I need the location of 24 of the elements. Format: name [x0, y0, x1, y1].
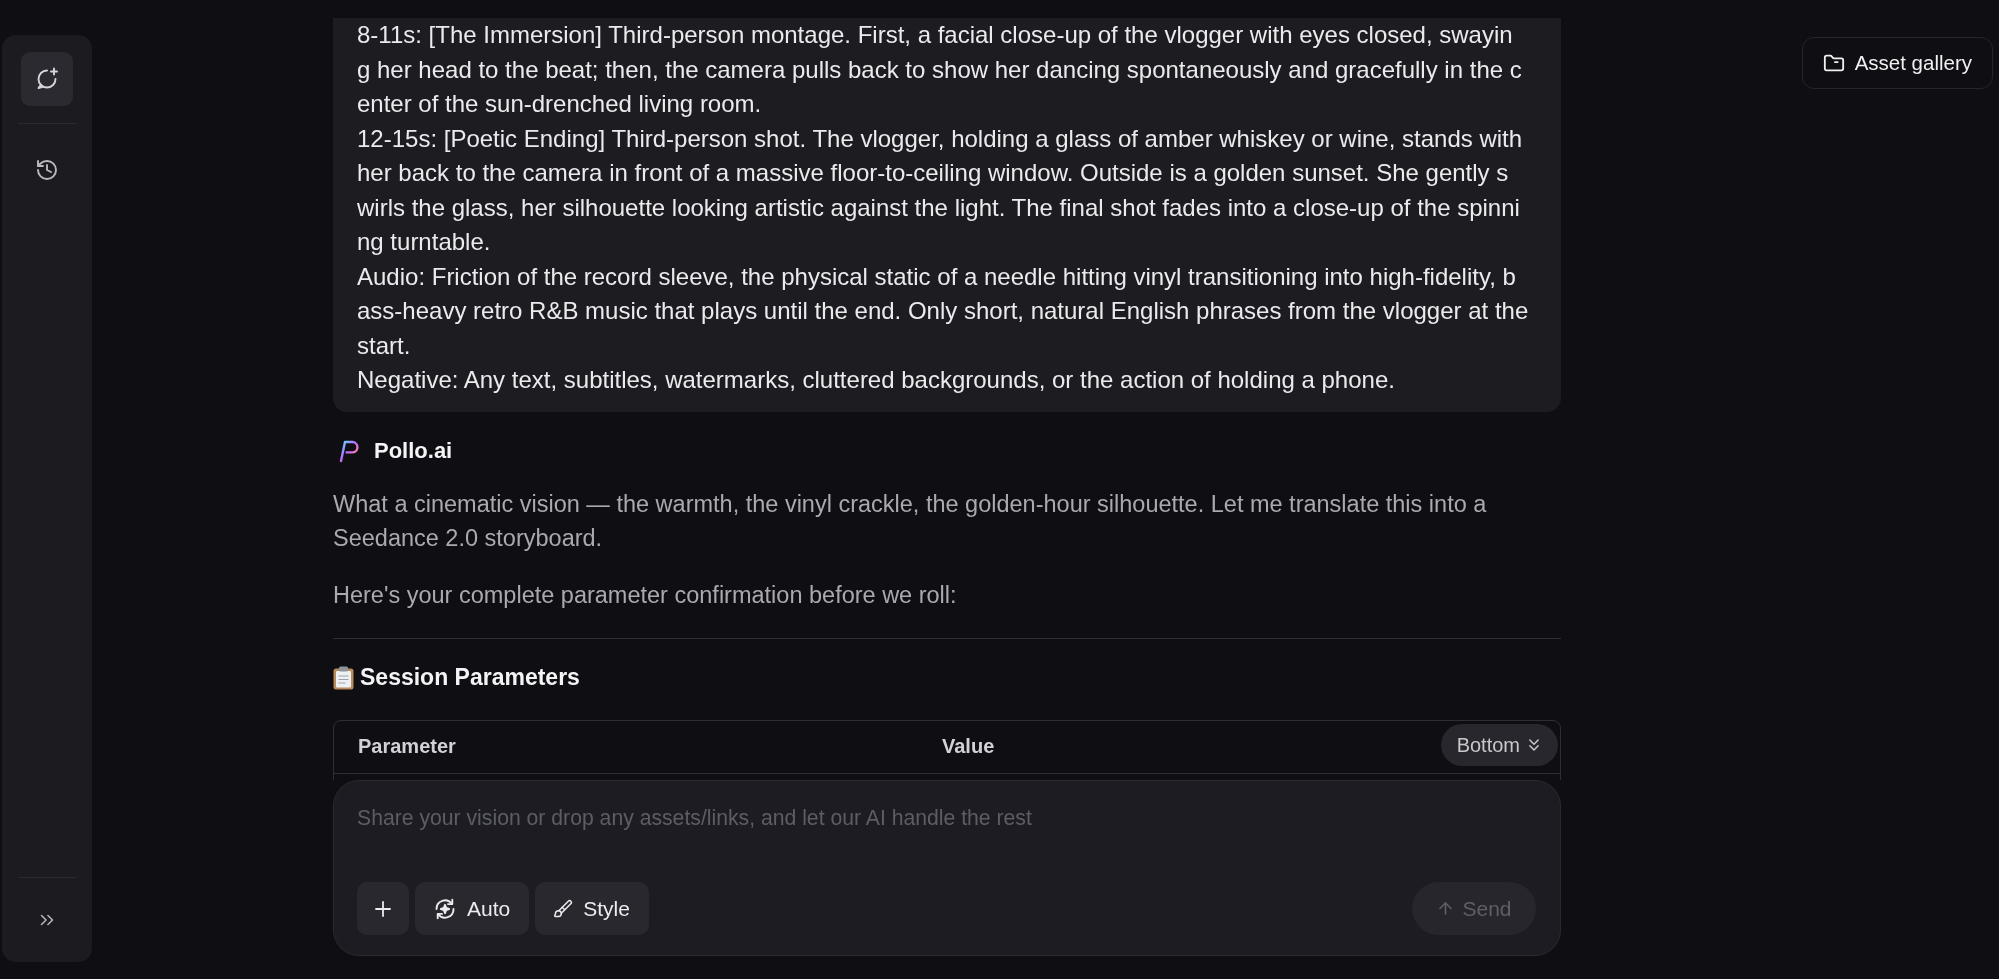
section-title: Session Parameters — [360, 664, 580, 691]
folder-icon — [1822, 52, 1845, 74]
new-chat-button[interactable] — [21, 52, 73, 106]
logo-icon — [337, 438, 361, 463]
assistant-paragraph: What a cinematic vision — the warmth, the vinyl crackle, the golden-hour silhouette. Let me translate this into a Seedance 2.0 storyboard. — [333, 489, 1488, 553]
prompt-paragraph: Audio: Friction of the record sleeve, the physical static of a needle hitting vinyl transitioning into high-fidelity, b ass-heavy retro R&B music that plays until the end. Only short, natural English phrases from the vlogger at the start. — [357, 261, 1530, 361]
history-icon — [35, 158, 59, 182]
add-button[interactable] — [357, 882, 409, 935]
scroll-to-bottom-button[interactable]: Bottom — [1440, 724, 1558, 766]
auto-button[interactable]: Auto — [415, 882, 530, 935]
prompt-paragraph: 8-11s: [The Immersion] Third-person montage. First, a facial close-up of the vlogger with eyes closed, swayin g her head to the beat; then, the camera pulls back to show her dancing spontaneously and gracefully in the c enter of the sun-drenched living room. — [357, 20, 1523, 119]
assistant-name: Pollo.ai — [374, 437, 453, 464]
column-header: Value — [942, 735, 995, 758]
sparkle-cycle-icon — [433, 896, 457, 921]
column-header: Parameter — [358, 735, 456, 758]
message-input[interactable]: Share your vision or drop any assets/links, and let our AI handle the rest — [357, 804, 1536, 832]
assistant-paragraph: Here's your complete parameter confirmation before we roll: — [333, 580, 958, 610]
clipboard-icon — [333, 665, 354, 690]
style-button[interactable]: Style — [535, 882, 649, 935]
asset-gallery-button[interactable]: Asset gallery — [1801, 37, 1993, 89]
prompt-paragraph: Negative: Any text, subtitles, watermarks, cluttered backgrounds, or the action of holding a phone. — [357, 365, 1396, 395]
brush-icon — [553, 898, 574, 919]
chat-plus-icon — [35, 67, 59, 91]
prompt-paragraph: 12-15s: [Poetic Ending] Third-person shot. The vlogger, holding a glass of amber whiskey or wine, stands with her back to the camera in front of a massive floor-to-ceiling window. Outside is a golden sunset. She gently s wirls the glass, her silhouette looking artistic against the light. The final shot fades into a close-up of the spinni ng turntable. — [357, 123, 1524, 257]
